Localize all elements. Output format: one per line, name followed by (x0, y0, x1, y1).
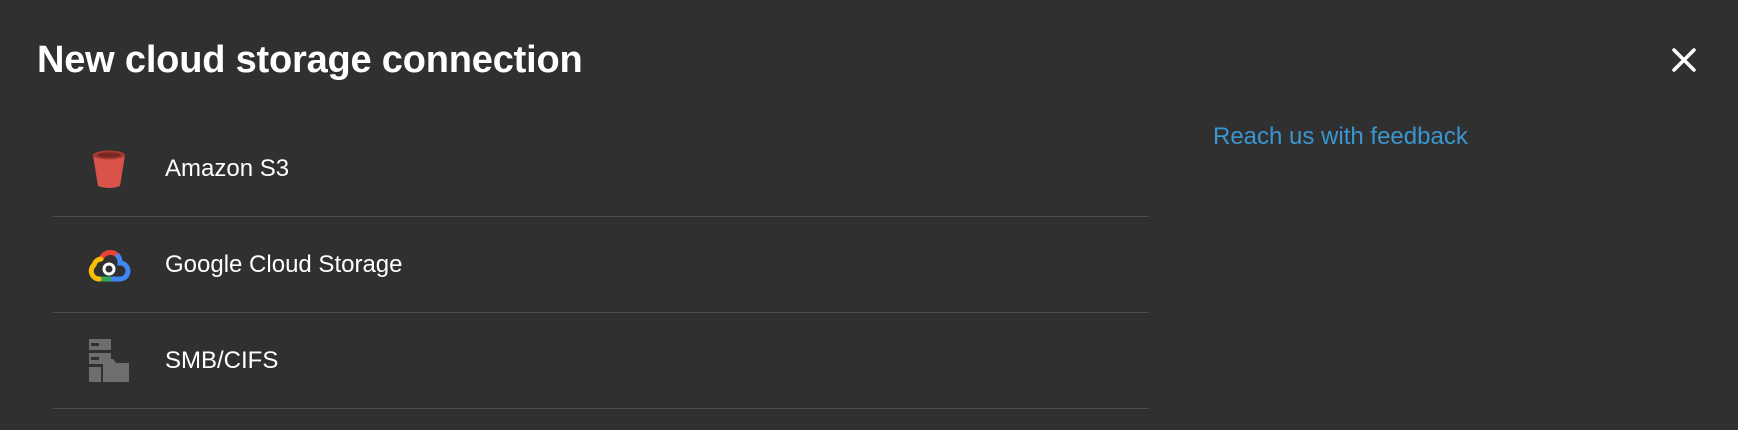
provider-item-amazon-s3[interactable]: Amazon S3 (53, 121, 1149, 217)
provider-label: Google Cloud Storage (165, 250, 403, 278)
provider-list: Amazon S3 Google Cloud Storage SMB/CIFS (53, 121, 1149, 409)
provider-label: Amazon S3 (165, 154, 290, 182)
feedback-link[interactable]: Reach us with feedback (1213, 122, 1468, 152)
provider-item-google-cloud-storage[interactable]: Google Cloud Storage (53, 217, 1149, 313)
smb-server-folder-icon (87, 338, 131, 383)
provider-label: SMB/CIFS (165, 346, 279, 374)
amazon-s3-bucket-icon (87, 147, 131, 191)
provider-item-smb-cifs[interactable]: SMB/CIFS (53, 313, 1149, 409)
close-icon (1672, 48, 1696, 72)
close-button[interactable] (1664, 40, 1704, 80)
dialog-title: New cloud storage connection (37, 39, 583, 81)
google-cloud-icon (87, 243, 131, 287)
